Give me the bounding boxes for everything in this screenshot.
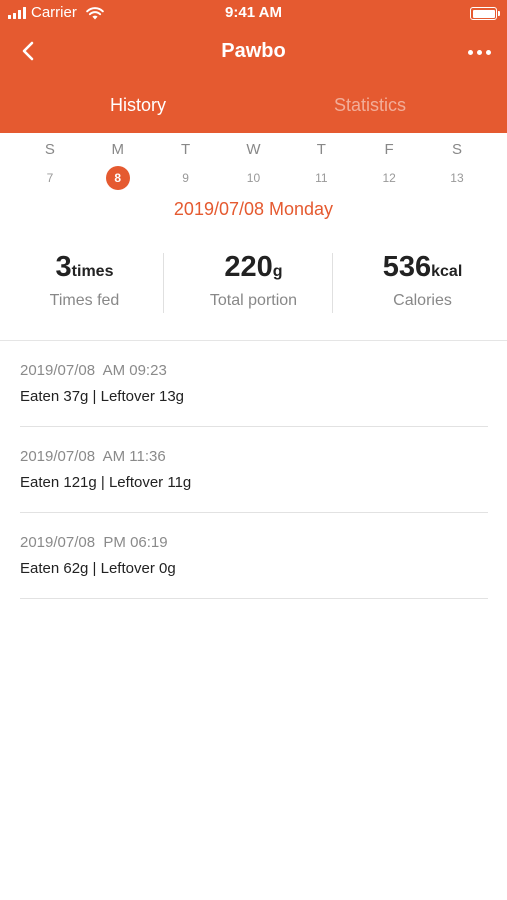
stat-number: 220 xyxy=(224,251,273,283)
stat-value: 220g xyxy=(169,250,338,284)
day-number-selected: 8 xyxy=(105,166,130,190)
week-calendar: S 7 M 8 T 9 W 10 T 11 F 12 S 13 xyxy=(0,140,507,190)
record-timestamp: 2019/07/08 AM 09:23 xyxy=(20,362,167,379)
navigation-bar: Pawbo xyxy=(0,28,507,76)
page-title: Pawbo xyxy=(221,40,286,62)
day-thursday[interactable]: T 11 xyxy=(301,140,341,190)
day-monday[interactable]: M 8 xyxy=(98,140,138,190)
day-letter: S xyxy=(44,141,55,158)
record-timestamp: 2019/07/08 AM 11:36 xyxy=(20,448,166,465)
day-letter: M xyxy=(111,141,125,158)
record-detail: Eaten 37g | Leftover 13g xyxy=(20,388,185,405)
day-number: 10 xyxy=(246,171,261,185)
day-wednesday[interactable]: W 10 xyxy=(233,140,273,190)
day-number: 7 xyxy=(46,171,54,185)
day-friday[interactable]: F 12 xyxy=(369,140,409,190)
tab-history[interactable]: History xyxy=(18,90,258,120)
day-number: 12 xyxy=(382,171,396,185)
stat-label: Calories xyxy=(393,292,452,309)
battery-icon xyxy=(470,7,500,20)
day-letter: W xyxy=(246,141,261,158)
list-item[interactable]: 2019/07/08 PM 06:19 Eaten 62g | Leftover… xyxy=(20,513,488,599)
day-letter: S xyxy=(451,141,462,158)
stat-unit: times xyxy=(71,263,114,280)
record-timestamp: 2019/07/08 PM 06:19 xyxy=(20,534,168,551)
status-bar: Carrier 9:41 AM xyxy=(0,0,507,28)
stat-calories: 536kcal Calories xyxy=(332,250,507,316)
day-saturday[interactable]: S 13 xyxy=(437,140,477,190)
stat-total-portion: 220g Total portion xyxy=(163,250,338,316)
stat-number: 536 xyxy=(382,251,432,283)
status-time: 9:41 AM xyxy=(225,4,282,21)
day-letter: T xyxy=(181,141,191,158)
stat-number: 3 xyxy=(55,251,72,283)
back-button[interactable] xyxy=(16,38,42,64)
day-letter: T xyxy=(316,141,326,158)
list-item[interactable]: 2019/07/08 AM 11:36 Eaten 121g | Leftove… xyxy=(20,427,488,513)
day-number: 9 xyxy=(182,171,189,185)
stat-unit: kcal xyxy=(431,263,463,280)
more-horizontal-icon xyxy=(467,49,473,55)
day-sunday[interactable]: S 7 xyxy=(30,140,70,190)
app-header: Carrier 9:41 AM Pawbo History Statistics xyxy=(0,0,507,133)
feeding-records-list: 2019/07/08 AM 09:23 Eaten 37g | Leftover… xyxy=(20,341,488,599)
feeding-summary: 3times Times fed 220g Total portion 536k… xyxy=(0,250,507,316)
stat-label: Times fed xyxy=(49,292,120,309)
record-detail: Eaten 121g | Leftover 11g xyxy=(20,474,192,491)
list-item[interactable]: 2019/07/08 AM 09:23 Eaten 37g | Leftover… xyxy=(20,341,488,427)
tab-bar: History Statistics xyxy=(0,90,507,124)
stat-unit: g xyxy=(272,263,283,280)
more-button[interactable] xyxy=(463,40,495,64)
day-letter: F xyxy=(384,141,394,158)
stat-label: Total portion xyxy=(209,292,298,309)
chevron-left-icon xyxy=(22,41,34,61)
record-detail: Eaten 62g | Leftover 0g xyxy=(20,560,176,577)
tab-statistics[interactable]: Statistics xyxy=(250,90,490,120)
selected-date-label: 2019/07/08 Monday xyxy=(173,199,334,219)
day-number: 11 xyxy=(315,171,328,185)
stat-times-fed: 3times Times fed xyxy=(0,250,169,316)
stat-value: 536kcal xyxy=(338,250,507,284)
stat-value: 3times xyxy=(0,250,169,284)
day-number: 13 xyxy=(450,171,464,185)
day-tuesday[interactable]: T 9 xyxy=(166,140,206,190)
